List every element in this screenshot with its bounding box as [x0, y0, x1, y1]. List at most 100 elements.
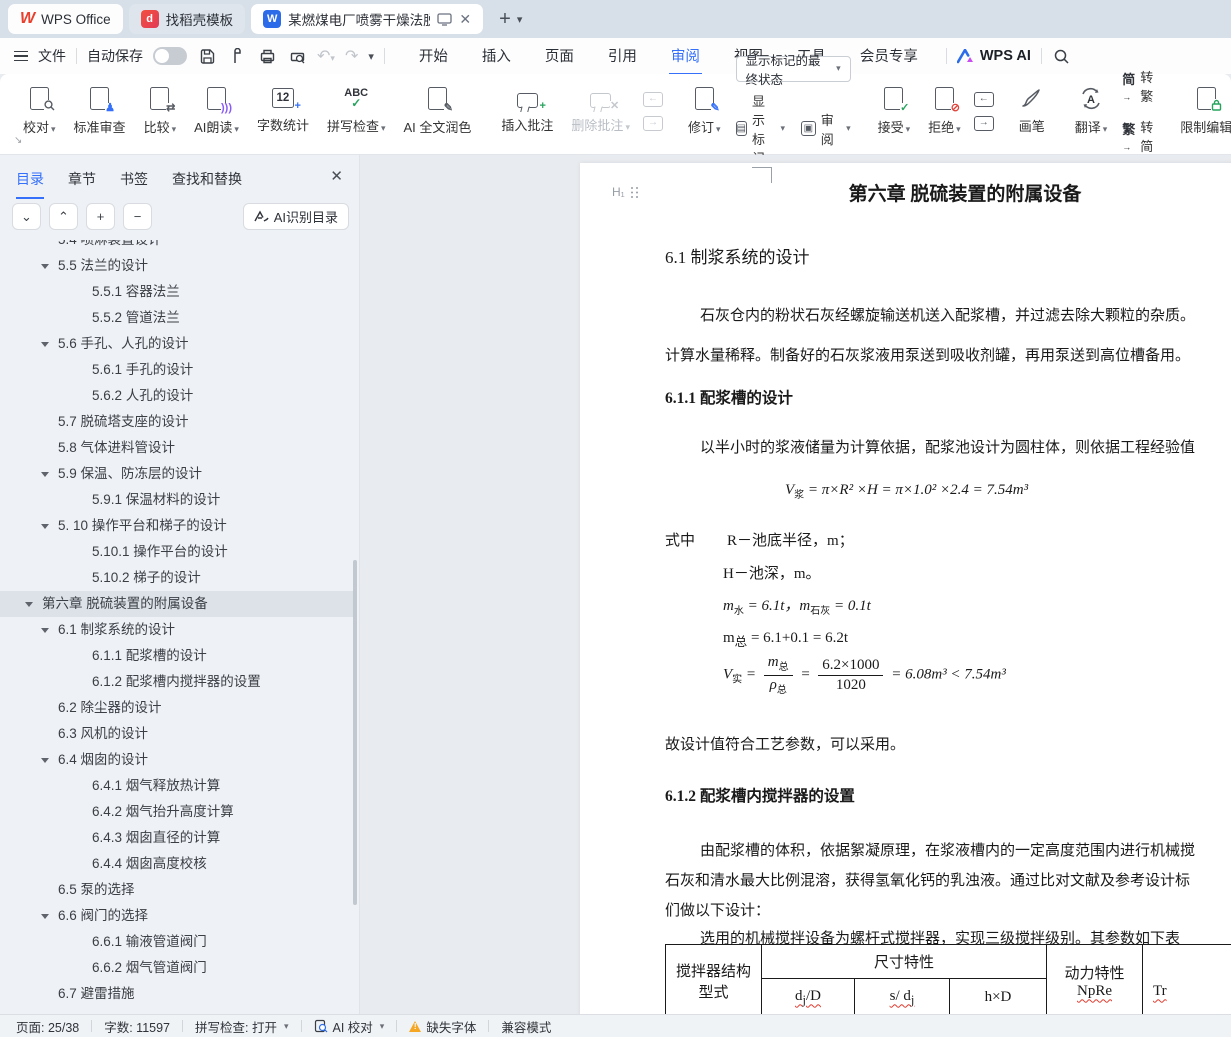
tab-document[interactable]: W 某燃煤电厂喷雾干燥法脱硫系 ✕	[251, 4, 484, 34]
collapse-all-button[interactable]: ⌄	[12, 203, 41, 230]
search-icon[interactable]	[1052, 46, 1072, 66]
hamburger-menu-icon[interactable]	[14, 48, 28, 65]
traditional-to-simplified-button[interactable]: 繁→ 转简	[1122, 117, 1153, 155]
toc-item[interactable]: 6.1 制浆系统的设计	[0, 617, 355, 643]
insert-comment-button[interactable]: + 插入批注	[492, 89, 562, 134]
wps-ai-button[interactable]: WPS AI	[956, 48, 1031, 64]
toc-item[interactable]: 6.6.1 输液管道阀门	[0, 929, 355, 955]
expand-arrow-icon[interactable]	[41, 264, 49, 269]
nav-tab-章节[interactable]: 章节	[68, 169, 96, 199]
toc-item[interactable]: 5.5 法兰的设计	[0, 253, 355, 279]
file-menu[interactable]: 文件	[38, 46, 66, 66]
next-comment-icon[interactable]: →	[642, 115, 663, 131]
tab-list-chevron-icon[interactable]: ▾	[517, 13, 523, 26]
toc-item[interactable]: 5.6.2 人孔的设计	[0, 383, 355, 409]
toc-item[interactable]: 第六章 脱硫装置的附属设备	[0, 591, 355, 617]
nav-tab-书签[interactable]: 书签	[120, 169, 148, 199]
ai-proofread-status[interactable]: AI 校对 ▾	[314, 1017, 384, 1036]
toc-item[interactable]: 6.4.2 烟气抬升高度计算	[0, 799, 355, 825]
toc-item[interactable]: 6.4.1 烟气释放热计算	[0, 773, 355, 799]
toc-item[interactable]: 5.10.2 梯子的设计	[0, 565, 355, 591]
sidebar-scrollbar[interactable]	[353, 560, 357, 905]
missing-font-warning[interactable]: 缺失字体	[409, 1017, 476, 1036]
toc-item[interactable]: 5.6.1 手孔的设计	[0, 357, 355, 383]
toc-item[interactable]: 5.8 气体进料管设计	[0, 435, 355, 461]
heading-level-marker[interactable]: H₁	[612, 185, 638, 199]
expand-all-button[interactable]: ⌃	[49, 203, 78, 230]
zoom-in-outline-button[interactable]: +	[86, 203, 115, 230]
previous-change-icon[interactable]: ←	[973, 91, 994, 107]
toc-item[interactable]: 5. 10 操作平台和梯子的设计	[0, 513, 355, 539]
toc-item[interactable]: 5.5.1 容器法兰	[0, 279, 355, 305]
nav-tab-查找和替换[interactable]: 查找和替换	[172, 169, 242, 199]
menu-tab-会员专享[interactable]: 会员专享	[858, 38, 920, 75]
compare-button[interactable]: ⇄ 比较 ▾	[135, 86, 186, 136]
share-screen-icon[interactable]	[437, 12, 453, 26]
menu-tab-引用[interactable]: 引用	[606, 38, 639, 75]
toc-item[interactable]: 6.7 避雷措施	[0, 981, 355, 1007]
group-expand-icon[interactable]: ↘	[14, 135, 22, 146]
expand-arrow-icon[interactable]	[41, 914, 49, 919]
expand-arrow-icon[interactable]	[41, 342, 49, 347]
new-tab-button[interactable]: +	[499, 8, 511, 31]
spell-check-button[interactable]: ABC ✓ 拼写检查 ▾	[318, 87, 395, 135]
toc-item[interactable]: 5.5.2 管道法兰	[0, 305, 355, 331]
expand-arrow-icon[interactable]	[41, 758, 49, 763]
toc-item[interactable]: 6.4.4 烟囱高度校核	[0, 851, 355, 877]
toc-item[interactable]: 5.9 保温、防冻层的设计	[0, 461, 355, 487]
menu-tab-插入[interactable]: 插入	[480, 38, 513, 75]
toc-item[interactable]: 6.3 风机的设计	[0, 721, 355, 747]
expand-arrow-icon[interactable]	[41, 472, 49, 477]
zoom-out-outline-button[interactable]: −	[123, 203, 152, 230]
tab-wps-office[interactable]: W WPS Office	[8, 4, 123, 34]
compatibility-mode-indicator[interactable]: 兼容模式	[501, 1017, 551, 1036]
page-indicator[interactable]: 页面: 25/38	[16, 1017, 79, 1036]
toc-item[interactable]: 6.2 除尘器的设计	[0, 695, 355, 721]
word-count-indicator[interactable]: 字数: 11597	[104, 1017, 170, 1036]
word-count-button[interactable]: 12 + 字数统计	[248, 88, 318, 134]
track-changes-button[interactable]: ✎ 修订 ▾	[679, 86, 730, 136]
toc-item[interactable]: 5.4 喷淋装置设计	[0, 240, 355, 253]
print-icon[interactable]	[257, 46, 277, 66]
toc-item[interactable]: 5.10.1 操作平台的设计	[0, 539, 355, 565]
ai-recognize-toc-button[interactable]: AI识别目录	[242, 203, 349, 230]
simplified-to-traditional-button[interactable]: 简→ 转繁	[1122, 67, 1153, 105]
menu-tab-审阅[interactable]: 审阅	[668, 38, 702, 75]
delete-comment-button[interactable]: ✕ 删除批注 ▾	[562, 89, 639, 134]
menu-tab-开始[interactable]: 开始	[417, 38, 450, 75]
toc-item[interactable]: 6.6.2 烟气管道阀门	[0, 955, 355, 981]
proofread-button[interactable]: 校对 ▾	[14, 86, 65, 136]
reject-change-button[interactable]: ⊘ 拒绝 ▾	[919, 86, 970, 136]
toc-item[interactable]: 6.5 泵的选择	[0, 877, 355, 903]
quickbar-more-chevron-icon[interactable]: ▾	[368, 50, 374, 63]
undo-button[interactable]: ↶▾	[317, 46, 335, 66]
next-change-icon[interactable]: →	[973, 115, 994, 131]
markup-state-dropdown[interactable]: 显示标记的最终状态 ▾	[735, 54, 851, 87]
toc-item[interactable]: 5.6 手孔、人孔的设计	[0, 331, 355, 357]
export-pdf-icon[interactable]	[227, 46, 247, 66]
standard-review-button[interactable]: ♟ 标准审查	[65, 86, 135, 136]
translate-button[interactable]: A 翻译 ▾	[1066, 87, 1117, 136]
expand-arrow-icon[interactable]	[41, 628, 49, 633]
spellcheck-status[interactable]: 拼写检查: 打开 ▾	[195, 1017, 288, 1036]
tab-docer-templates[interactable]: d 找稻壳模板	[128, 4, 246, 34]
drag-handle-icon[interactable]	[630, 186, 638, 198]
expand-arrow-icon[interactable]	[25, 602, 33, 607]
expand-arrow-icon[interactable]	[41, 524, 49, 529]
autosave-toggle[interactable]	[153, 47, 187, 65]
close-pane-icon[interactable]: ✕	[330, 167, 343, 185]
document-page[interactable]: H₁ 第六章 脱硫装置的附属设备 6.1 制浆系统的设计 石灰仓内的粉状石灰经螺…	[580, 163, 1231, 1014]
toc-item[interactable]: 6.1.1 配浆槽的设计	[0, 643, 355, 669]
toc-item[interactable]: 6.4 烟囱的设计	[0, 747, 355, 773]
save-icon[interactable]	[197, 46, 217, 66]
print-preview-icon[interactable]	[287, 46, 307, 66]
pen-button[interactable]: 画笔	[1010, 87, 1054, 135]
menu-tab-页面[interactable]: 页面	[543, 38, 576, 75]
toc-item[interactable]: 6.4.3 烟囱直径的计算	[0, 825, 355, 851]
redo-button[interactable]: ↷	[345, 46, 358, 66]
restrict-editing-button[interactable]: 限制编辑	[1171, 86, 1231, 136]
toc-item[interactable]: 5.7 脱硫塔支座的设计	[0, 409, 355, 435]
ai-read-aloud-button[interactable]: ))) AI朗读 ▾	[185, 86, 248, 136]
toc-item[interactable]: 6.6 阀门的选择	[0, 903, 355, 929]
ai-polish-button[interactable]: ✎ AI 全文润色	[395, 86, 481, 136]
